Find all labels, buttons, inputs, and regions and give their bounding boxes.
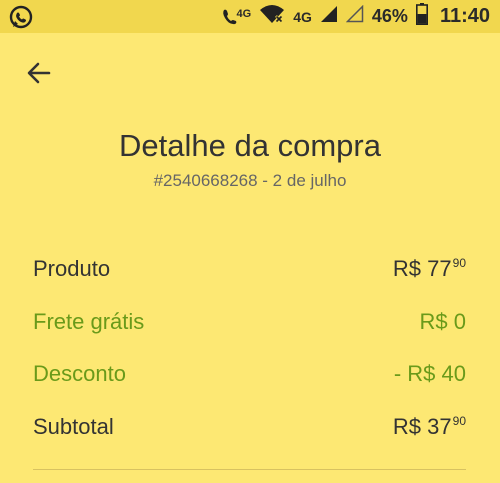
produto-value: R$ 7790 bbox=[392, 256, 466, 281]
whatsapp-icon bbox=[8, 4, 34, 35]
status-bar: 4G 4G 46% 11:40 bbox=[0, 0, 500, 33]
summary-row-produto: Produto R$ 7790 bbox=[33, 256, 466, 286]
desconto-label: Desconto bbox=[33, 361, 126, 386]
network-small-label: 4G bbox=[236, 7, 252, 20]
arrow-left-icon bbox=[27, 62, 51, 84]
desconto-value: - R$ 40 bbox=[393, 361, 466, 386]
summary-row-frete: Frete grátis R$ 0 bbox=[33, 309, 466, 339]
battery-percent: 46% bbox=[371, 6, 408, 26]
subtotal-value: R$ 3790 bbox=[392, 414, 466, 439]
network-label: 4G bbox=[293, 8, 312, 25]
battery-icon bbox=[415, 3, 428, 30]
back-button[interactable] bbox=[24, 58, 54, 88]
produto-label: Produto bbox=[33, 256, 111, 281]
volte-call-icon: 4G bbox=[221, 7, 252, 26]
order-subtitle: #2540668268 - 2 de julho bbox=[153, 171, 347, 190]
summary-row-subtotal: Subtotal R$ 3790 bbox=[33, 414, 466, 444]
summary-row-desconto: Desconto - R$ 40 bbox=[33, 361, 466, 391]
frete-label: Frete grátis bbox=[33, 309, 145, 334]
wifi-off-icon bbox=[259, 4, 285, 29]
page-title: Detalhe da compra bbox=[119, 128, 381, 163]
subtotal-label: Subtotal bbox=[33, 414, 114, 439]
clock: 11:40 bbox=[439, 5, 490, 27]
signal-empty-icon bbox=[345, 4, 364, 28]
signal-icon bbox=[320, 5, 338, 28]
divider bbox=[33, 469, 466, 470]
frete-value: R$ 0 bbox=[419, 309, 466, 334]
